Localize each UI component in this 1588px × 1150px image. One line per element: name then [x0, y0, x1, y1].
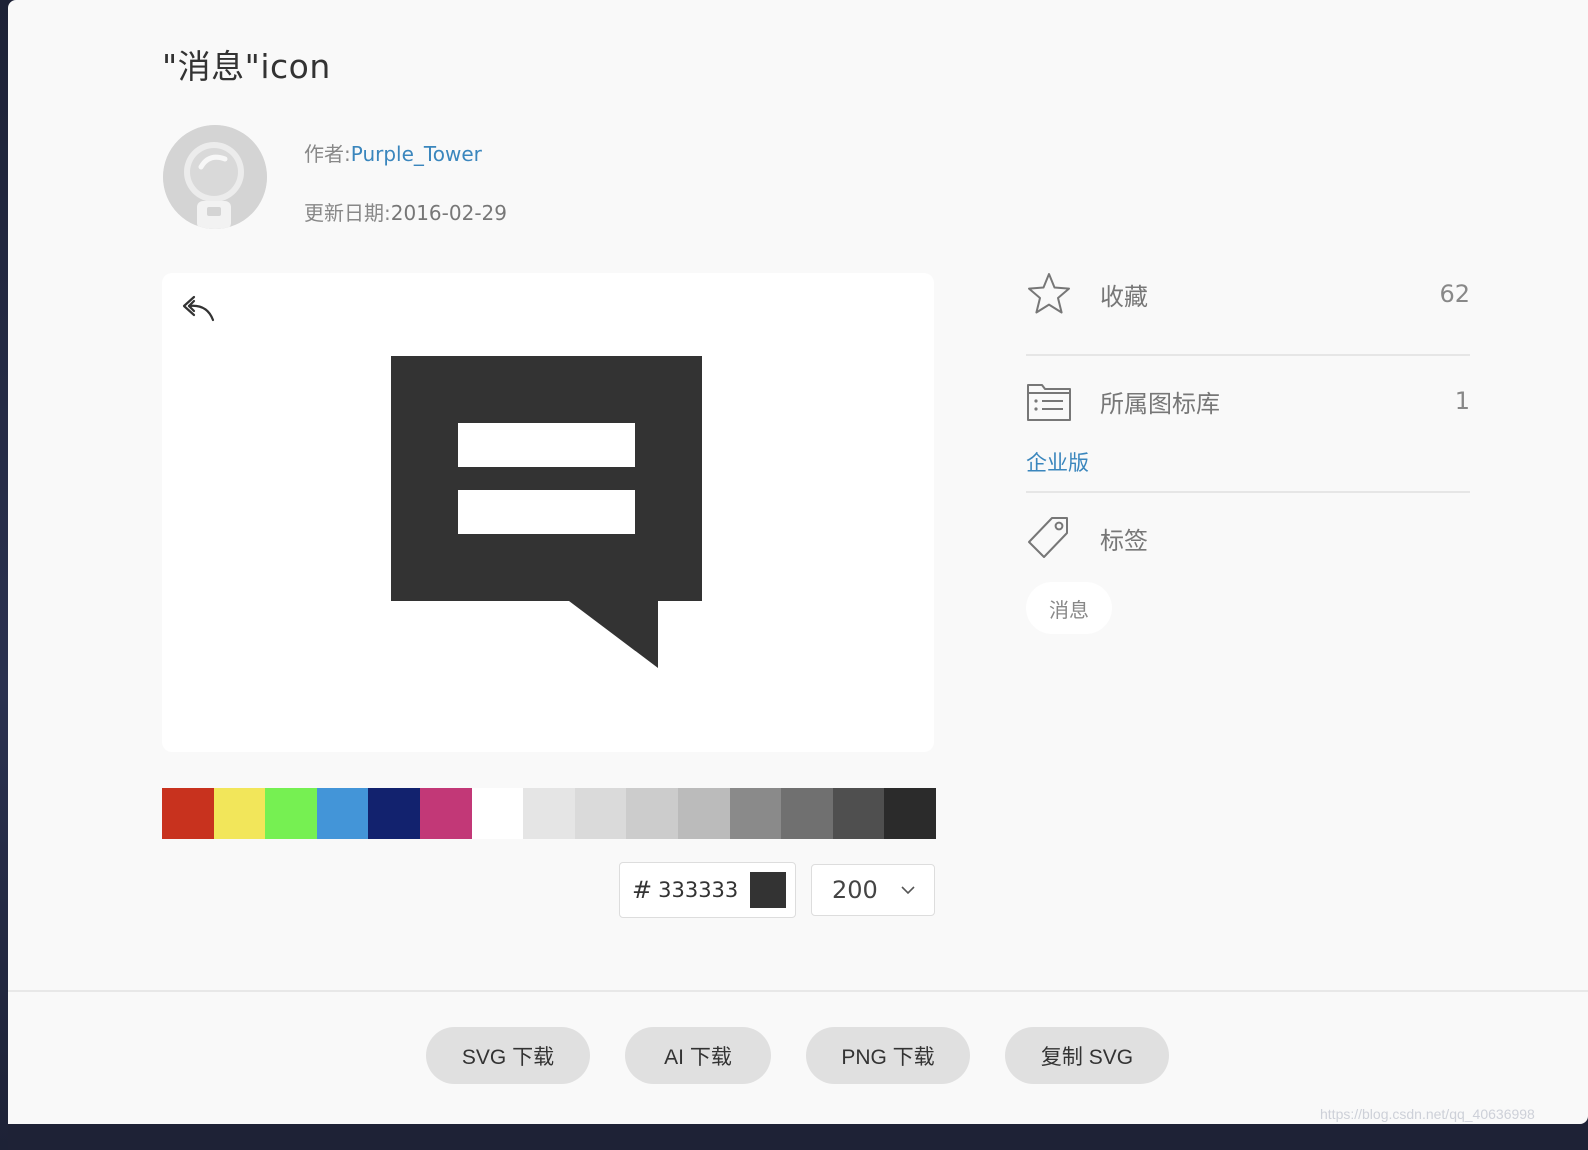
- svg-download-button[interactable]: SVG 下载: [426, 1027, 590, 1084]
- color-swatch[interactable]: [419, 788, 472, 839]
- message-icon: [391, 356, 702, 668]
- favorite-row[interactable]: 收藏 62: [1026, 272, 1470, 316]
- color-swatch[interactable]: [677, 788, 730, 839]
- divider: [1026, 354, 1470, 356]
- tags-label: 标签: [1100, 526, 1148, 555]
- icon-title: "消息"icon: [162, 47, 331, 86]
- avatar-illustration: [163, 125, 267, 229]
- folder-list-icon: [1027, 384, 1071, 421]
- color-swatch[interactable]: [316, 788, 369, 839]
- tags-row: 标签: [1026, 516, 1470, 560]
- png-download-button[interactable]: PNG 下载: [806, 1027, 970, 1084]
- icon-detail-modal: "消息"icon 作者:Purple_Tower 更新日期:2016-02-29: [8, 0, 1588, 1124]
- library-link-enterprise[interactable]: 企业版: [1026, 447, 1089, 477]
- library-count: 1: [1454, 387, 1470, 415]
- backdrop: [0, 0, 8, 1150]
- color-swatch[interactable]: [729, 788, 782, 839]
- color-swatch[interactable]: [574, 788, 627, 839]
- update-date-row: 更新日期:2016-02-29: [304, 197, 507, 226]
- author-label: 作者:: [304, 142, 351, 166]
- library-row: 所属图标库 1: [1026, 379, 1470, 423]
- color-swatch[interactable]: [162, 788, 214, 839]
- color-swatch[interactable]: [781, 788, 833, 839]
- size-value: 200: [832, 876, 878, 904]
- author-link[interactable]: Purple_Tower: [351, 142, 482, 166]
- author-avatar: [163, 125, 267, 229]
- undo-button[interactable]: [180, 291, 218, 325]
- hex-color-field[interactable]: #: [619, 862, 796, 918]
- color-palette: [162, 788, 936, 839]
- divider: [1026, 491, 1470, 493]
- footer-divider: [8, 990, 1588, 992]
- tag-pill[interactable]: 消息: [1026, 582, 1112, 634]
- copy-svg-button[interactable]: 复制 SVG: [1005, 1027, 1169, 1084]
- color-swatch[interactable]: [213, 788, 266, 839]
- hex-color-input[interactable]: [658, 878, 751, 902]
- undo-icon: [182, 295, 215, 322]
- favorite-count: 62: [1439, 280, 1470, 308]
- color-swatch[interactable]: [884, 788, 936, 839]
- color-swatch[interactable]: [265, 788, 317, 839]
- author-row: 作者:Purple_Tower: [304, 138, 482, 167]
- watermark: https://blog.csdn.net/qq_40636998: [1320, 1106, 1535, 1122]
- color-preview-chip[interactable]: [750, 872, 787, 908]
- star-icon[interactable]: [1026, 271, 1072, 317]
- favorite-label: 收藏: [1100, 282, 1148, 311]
- chevron-down-icon: [901, 886, 915, 895]
- update-date-value: 2016-02-29: [390, 201, 507, 225]
- update-date-label: 更新日期:: [304, 201, 391, 225]
- color-swatch[interactable]: [471, 788, 524, 839]
- color-swatch[interactable]: [368, 788, 420, 839]
- color-swatch[interactable]: [523, 788, 575, 839]
- hex-hash-symbol: #: [632, 876, 653, 904]
- color-swatch[interactable]: [832, 788, 885, 839]
- ai-download-button[interactable]: AI 下载: [625, 1027, 771, 1084]
- size-select[interactable]: 200: [811, 864, 935, 916]
- color-swatch[interactable]: [626, 788, 678, 839]
- icon-preview-card: [162, 273, 934, 752]
- tag-icon: [1028, 517, 1068, 558]
- library-label: 所属图标库: [1100, 389, 1220, 418]
